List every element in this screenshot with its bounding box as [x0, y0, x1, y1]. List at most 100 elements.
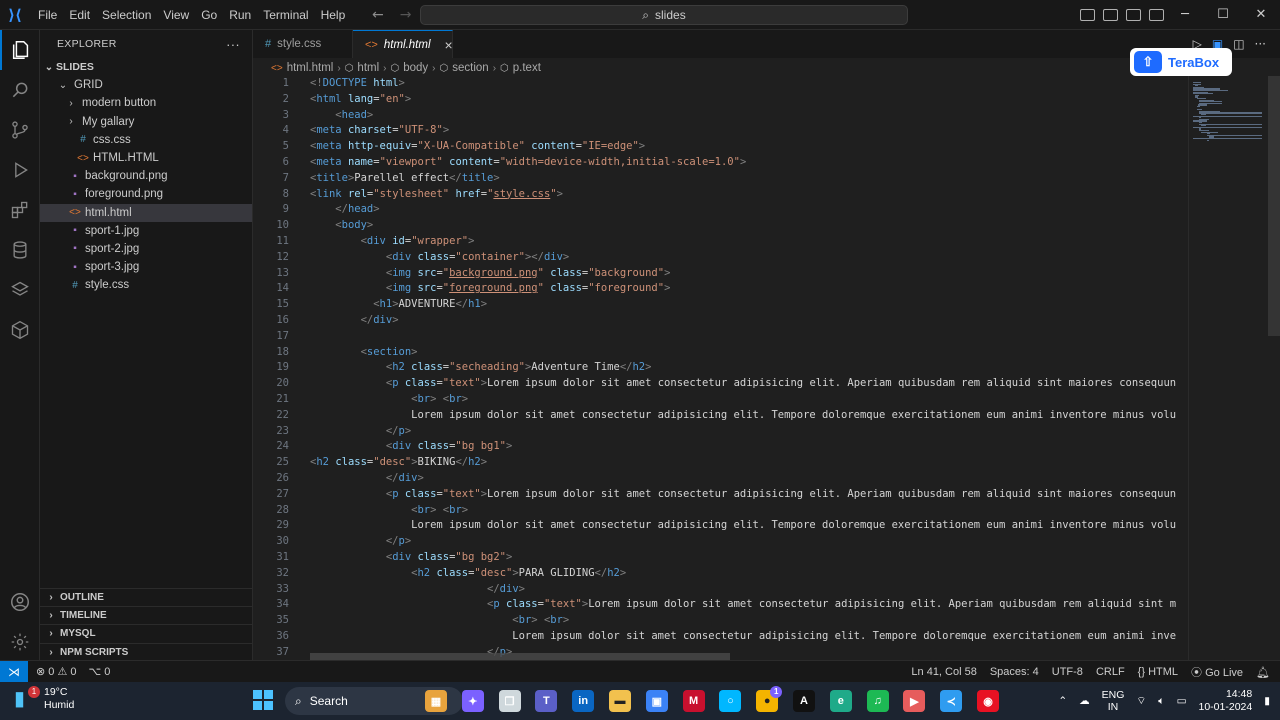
- notifications-bell-icon[interactable]: 🔔︎: [1256, 666, 1270, 679]
- section-npm-scripts[interactable]: › NPM SCRIPTS: [40, 642, 253, 661]
- widgets-icon[interactable]: ▦: [425, 690, 447, 712]
- chrome-icon[interactable]: ● 1: [756, 686, 783, 712]
- tree-item[interactable]: <> HTML.HTML: [40, 149, 252, 167]
- tree-item[interactable]: ▪ sport-3.jpg: [40, 258, 252, 276]
- start-button[interactable]: [253, 690, 273, 710]
- problems-indicator[interactable]: ⊗ 0 ⚠ 0: [36, 665, 77, 678]
- command-center[interactable]: ⌕ slides: [420, 5, 908, 25]
- tab-style-css[interactable]: # style.css: [253, 30, 353, 58]
- task-view-icon[interactable]: ❐: [498, 690, 521, 712]
- go-live-button[interactable]: ⦿ Go Live: [1191, 664, 1243, 680]
- vertical-scrollbar[interactable]: [1268, 76, 1280, 336]
- tree-item[interactable]: ▪ sport-2.jpg: [40, 240, 252, 258]
- menu-help[interactable]: Help: [315, 0, 352, 30]
- adobe-icon[interactable]: A: [793, 690, 815, 712]
- minimize-icon[interactable]: ─: [1166, 0, 1204, 30]
- end-of-line[interactable]: CRLF: [1096, 666, 1125, 678]
- breadcrumb-item[interactable]: body: [403, 62, 428, 74]
- menu-terminal[interactable]: Terminal: [257, 0, 314, 30]
- close-window-icon[interactable]: ✕: [1242, 0, 1280, 30]
- code-editor[interactable]: <!DOCTYPE html> <html lang="en"> <head> <m…: [310, 76, 1188, 660]
- tree-item[interactable]: › My gallary: [40, 113, 252, 131]
- tree-item[interactable]: # css.css: [40, 131, 252, 149]
- section-outline[interactable]: › OUTLINE: [40, 588, 253, 606]
- indentation[interactable]: Spaces: 4: [990, 666, 1039, 678]
- onedrive-icon[interactable]: ☁: [1079, 695, 1090, 707]
- source-control-icon[interactable]: [0, 110, 40, 150]
- mcafee-icon[interactable]: M: [682, 690, 705, 712]
- tree-item[interactable]: ▪ background.png: [40, 167, 252, 185]
- tree-item[interactable]: › modern button: [40, 94, 252, 112]
- edge-icon[interactable]: e: [829, 690, 852, 712]
- explorer-icon[interactable]: [0, 30, 40, 70]
- tree-item[interactable]: # style.css: [40, 276, 252, 294]
- cortana-icon[interactable]: ○: [719, 690, 742, 712]
- horizontal-scrollbar[interactable]: [310, 653, 730, 660]
- split-editor-icon[interactable]: ◫: [1233, 37, 1244, 51]
- terabox-widget[interactable]: ⇧ TeraBox: [1130, 48, 1232, 76]
- layers-icon[interactable]: [0, 270, 40, 310]
- package-icon[interactable]: [0, 310, 40, 350]
- menu-run[interactable]: Run: [223, 0, 257, 30]
- customize-layout-icon[interactable]: [1149, 9, 1164, 21]
- more-icon[interactable]: ···: [1255, 37, 1266, 51]
- breadcrumb-item[interactable]: p.text: [513, 62, 541, 74]
- battery-icon[interactable]: ▭: [1177, 695, 1187, 707]
- toggle-primary-sidebar-icon[interactable]: [1080, 9, 1095, 21]
- encoding[interactable]: UTF-8: [1052, 666, 1083, 678]
- more-actions-icon[interactable]: ···: [226, 37, 240, 52]
- breadcrumb-item[interactable]: html: [357, 62, 379, 74]
- language-indicator[interactable]: ENG IN: [1102, 689, 1125, 713]
- maximize-icon[interactable]: ☐: [1204, 0, 1242, 30]
- breadcrumb-item[interactable]: html.html: [287, 62, 334, 74]
- tree-item[interactable]: ⌄ GRID: [40, 76, 252, 94]
- toggle-secondary-sidebar-icon[interactable]: [1126, 9, 1141, 21]
- wifi-icon[interactable]: ⌔: [1136, 694, 1146, 708]
- show-hidden-icons-icon[interactable]: ⌃: [1058, 695, 1067, 707]
- teams-icon[interactable]: T: [535, 690, 558, 712]
- account-icon[interactable]: [0, 582, 40, 622]
- clock[interactable]: 14:48 10-01-2024: [1199, 688, 1253, 714]
- spotify-icon[interactable]: ♫: [866, 690, 889, 712]
- forward-arrow-icon[interactable]: →: [400, 7, 412, 23]
- menu-go[interactable]: Go: [195, 0, 223, 30]
- store-icon[interactable]: ▣: [645, 690, 668, 712]
- volume-icon[interactable]: 🔈︎: [1158, 695, 1164, 708]
- database-icon[interactable]: [0, 230, 40, 270]
- tree-item[interactable]: ▪ sport-1.jpg: [40, 222, 252, 240]
- ports-indicator[interactable]: ⌥ 0: [89, 665, 111, 678]
- tree-item[interactable]: ▪ foreground.png: [40, 185, 252, 203]
- settings-gear-icon[interactable]: [0, 622, 40, 662]
- extensions-icon[interactable]: [0, 190, 40, 230]
- menu-edit[interactable]: Edit: [63, 0, 96, 30]
- breadcrumb-item[interactable]: section: [452, 62, 488, 74]
- tree-item[interactable]: <> html.html: [40, 203, 252, 222]
- close-icon[interactable]: ×: [445, 37, 453, 53]
- code-line: <p class="text">Lorem ipsum dolor sit am…: [310, 376, 1176, 392]
- recorder-icon[interactable]: ◉: [977, 690, 999, 712]
- section-mysql[interactable]: › MYSQL: [40, 624, 253, 642]
- menu-selection[interactable]: Selection: [96, 0, 157, 30]
- media-player-icon[interactable]: ▶: [903, 690, 926, 712]
- file-explorer-icon[interactable]: ▬: [609, 690, 631, 712]
- cursor-position[interactable]: Ln 41, Col 58: [911, 666, 976, 678]
- linkedin-icon[interactable]: in: [572, 690, 595, 712]
- minimap[interactable]: [1188, 76, 1268, 660]
- run-debug-icon[interactable]: [0, 150, 40, 190]
- image-file-icon: ▪: [73, 243, 77, 255]
- vscode-icon[interactable]: ≺: [940, 690, 963, 712]
- tab-html-html[interactable]: <> html.html ×: [353, 30, 453, 58]
- remote-indicator-icon[interactable]: ⋊: [0, 660, 28, 683]
- section-timeline[interactable]: › TIMELINE: [40, 606, 253, 624]
- menu-view[interactable]: View: [157, 0, 195, 30]
- search-icon[interactable]: [0, 70, 40, 110]
- weather-widget[interactable]: ▮ 1 19°C Humid: [14, 686, 74, 712]
- copilot-icon[interactable]: ✦: [461, 690, 484, 712]
- notification-center-icon[interactable]: ▮: [1264, 695, 1270, 707]
- workspace-root[interactable]: ⌄ SLIDES: [40, 58, 252, 76]
- code-token: >: [506, 440, 513, 453]
- back-arrow-icon[interactable]: ←: [372, 7, 384, 23]
- menu-file[interactable]: File: [32, 0, 63, 30]
- toggle-panel-icon[interactable]: [1103, 9, 1118, 21]
- language-mode[interactable]: {} HTML: [1138, 666, 1178, 678]
